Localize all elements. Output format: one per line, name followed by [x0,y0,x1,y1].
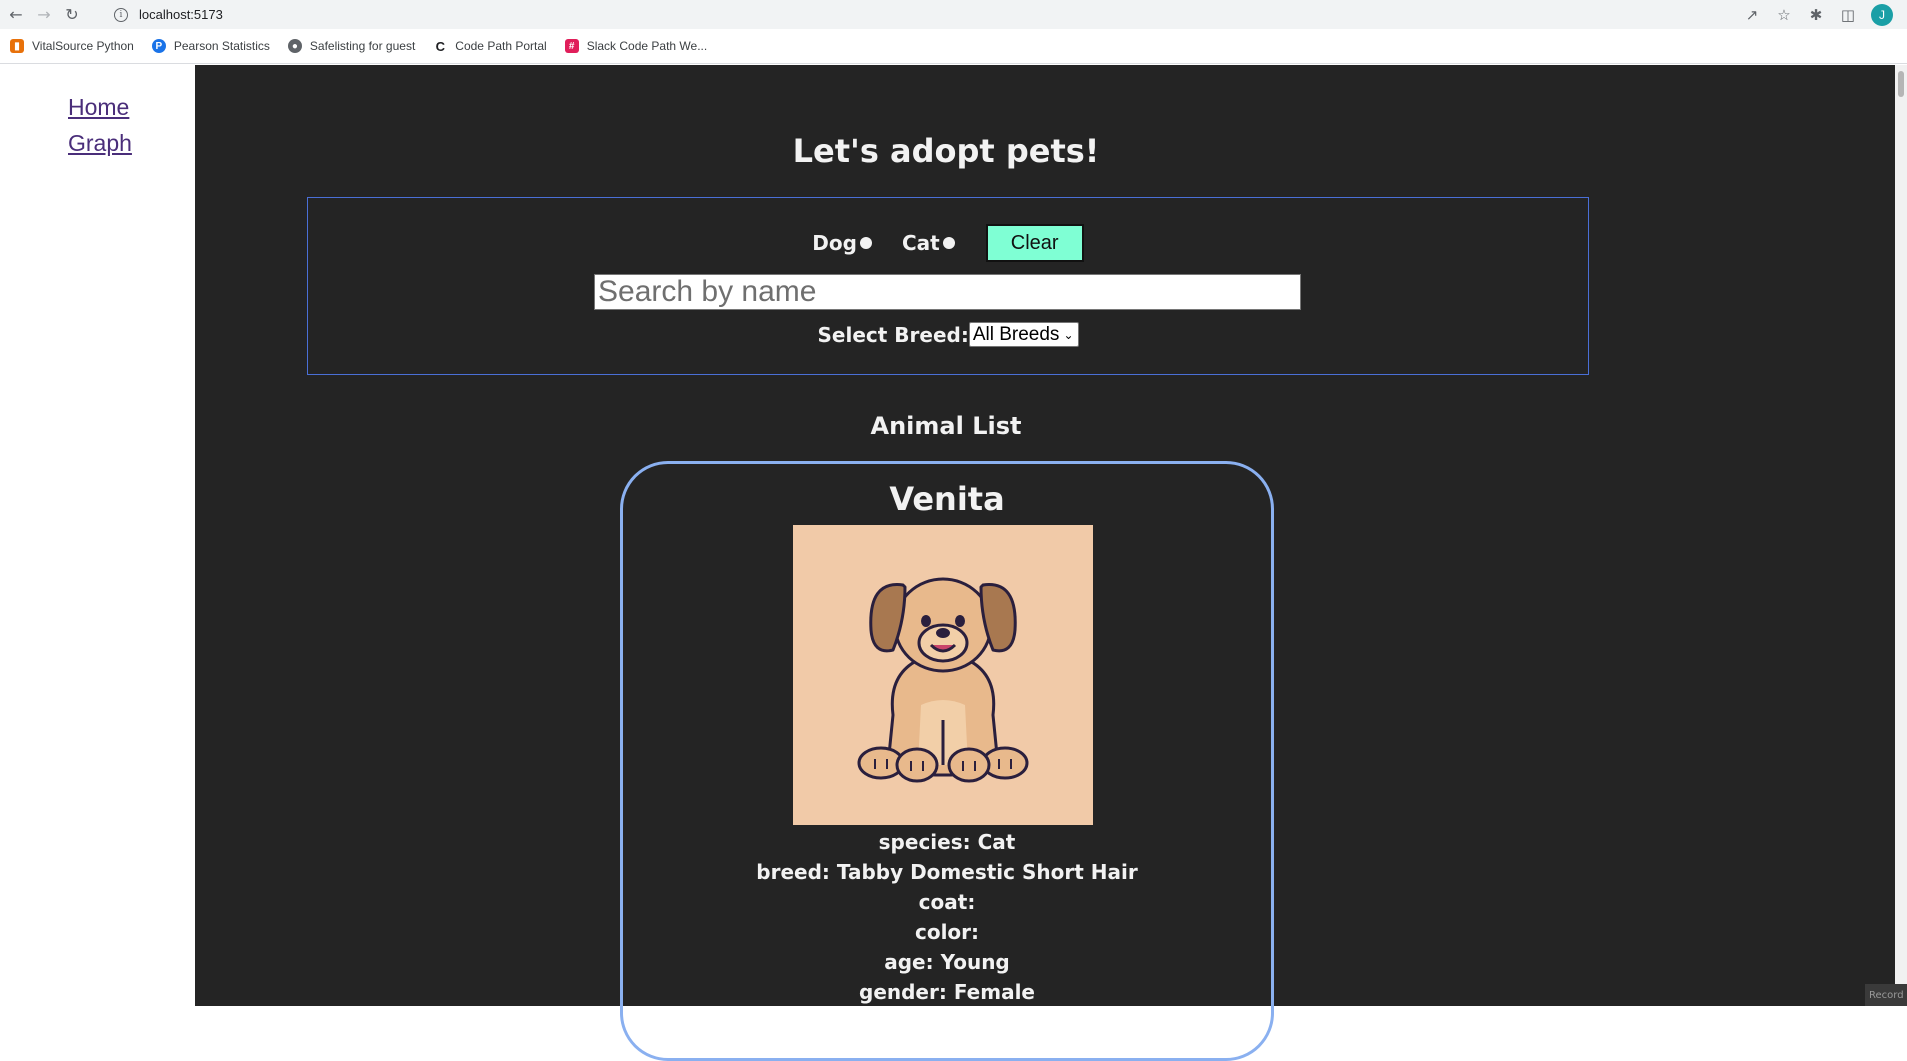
globe-icon: ● [287,39,302,53]
bookmark-icon: C [433,39,448,54]
chevron-down-icon: ⌄ [1063,327,1074,342]
slack-icon: # [564,39,579,53]
main-content: Let's adopt pets! Dog Cat Clear Search b… [195,65,1895,1061]
detail-age: age: Young [884,950,1010,974]
page-scrollbar[interactable] [1895,65,1907,1006]
detail-coat: coat: [918,890,976,914]
bookmark-vitalsource[interactable]: ▮ VitalSource Python [10,39,134,53]
bookmark-label: VitalSource Python [32,39,134,53]
bookmark-label: Slack Code Path We... [586,39,708,53]
address-bar[interactable]: i localhost:5173 [106,2,1706,27]
bookmarks-bar: ▮ VitalSource Python P Pearson Statistic… [0,29,1907,64]
bookmark-label: Code Path Portal [455,39,547,53]
reload-icon[interactable]: ↻ [60,3,84,27]
url-text: localhost:5173 [139,7,223,22]
back-arrow-icon[interactable]: ← [4,3,28,27]
star-icon[interactable]: ☆ [1775,6,1793,24]
breed-select-label: Select Breed: [817,322,969,347]
browser-toolbar: ← → ↻ i localhost:5173 ↗ ☆ ✱ ◫ J [0,0,1907,29]
detail-species: species: Cat [878,830,1016,854]
forward-arrow-icon[interactable]: → [32,3,56,27]
filter-panel: Dog Cat Clear Search by name Select Bree… [307,197,1589,375]
bookmark-codepath[interactable]: C Code Path Portal [433,39,547,54]
record-badge: Record [1865,984,1907,1006]
dog-radio-label: Dog [812,231,857,255]
sidebar-link-graph[interactable]: Graph [68,130,132,157]
bookmark-slack[interactable]: # Slack Code Path We... [564,39,708,53]
sidebar: Home Graph [0,65,195,1006]
bookmark-label: Pearson Statistics [173,39,270,53]
bookmark-icon: ▮ [10,39,24,53]
animal-name: Venita [889,480,1005,518]
extensions-icon[interactable]: ✱ [1807,6,1825,24]
breed-select-value: All Breeds [972,323,1060,345]
breed-select[interactable]: All Breeds ⌄ [968,322,1079,347]
detail-gender: gender: Female [859,980,1035,1004]
search-input[interactable]: Search by name [594,274,1301,310]
page: Home Graph Let's adopt pets! Dog Cat Cle… [0,65,1907,1061]
site-info-icon[interactable]: i [114,7,128,22]
bookmark-safelisting[interactable]: ● Safelisting for guest [287,39,416,53]
profile-avatar[interactable]: J [1871,3,1893,26]
page-title: Let's adopt pets! [792,132,1100,170]
animal-card[interactable]: Venita species: Cat breed: Tabby Domesti… [620,461,1274,1061]
scrollbar-thumb[interactable] [1898,71,1904,97]
puppy-illustration [857,577,1029,783]
bookmark-icon: P [151,39,166,53]
cat-radio-label: Cat [901,231,940,255]
sidebar-link-home[interactable]: Home [68,94,129,121]
clear-button[interactable]: Clear [985,224,1084,262]
detail-breed: breed: Tabby Domestic Short Hair [756,860,1138,884]
search-placeholder: Search by name [598,275,817,308]
side-panel-icon[interactable]: ◫ [1839,6,1857,24]
bookmark-label: Safelisting for guest [309,39,416,53]
detail-color: color: [914,920,980,944]
animal-list-title: Animal List [870,412,1022,440]
dog-radio[interactable] [859,237,872,249]
puppy-image [793,525,1093,825]
share-icon[interactable]: ↗ [1743,6,1761,24]
cat-radio[interactable] [942,237,955,249]
bookmark-pearson[interactable]: P Pearson Statistics [151,39,270,53]
